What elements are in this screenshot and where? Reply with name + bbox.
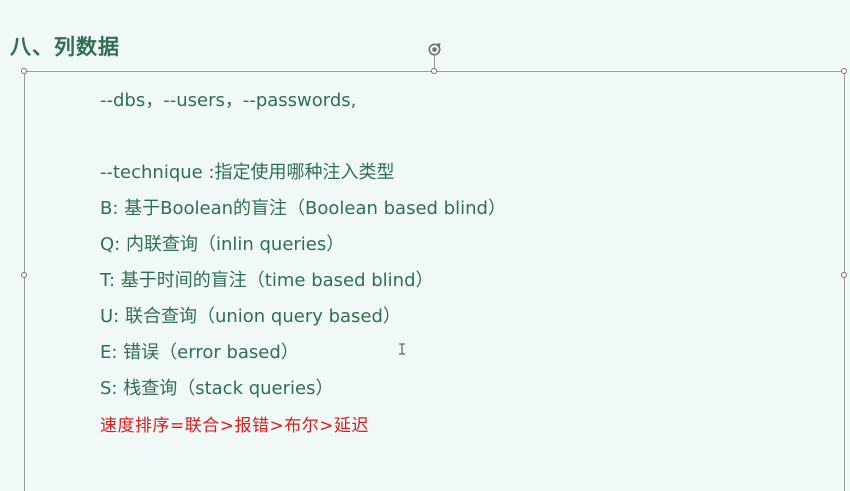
text-line-error: E: 错误（error based） [100,342,299,363]
text-cursor-icon [399,343,405,355]
text-line-stack: S: 栈查询（stack queries） [100,378,334,399]
resize-handle-top-middle[interactable] [431,68,437,74]
slide-heading: 八、列数据 [10,35,120,59]
text-line-options: --dbs，--users，--passwords, [100,90,357,111]
resize-handle-top-right[interactable] [841,68,847,74]
resize-handle-top-left[interactable] [21,68,27,74]
rotate-handle-icon[interactable] [426,41,443,58]
text-line-speed-order: 速度排序=联合>报错>布尔>延迟 [100,416,369,436]
text-line-boolean: B: 基于Boolean的盲注（Boolean based blind） [100,198,506,219]
resize-handle-middle-right[interactable] [841,272,847,278]
text-line-technique: --technique :指定使用哪种注入类型 [100,162,395,183]
resize-handle-middle-left[interactable] [21,272,27,278]
text-line-union: U: 联合查询（union query based） [100,306,401,327]
text-line-time: T: 基于时间的盲注（time based blind） [100,270,434,291]
text-line-inline: Q: 内联查询（inlin queries） [100,234,345,255]
